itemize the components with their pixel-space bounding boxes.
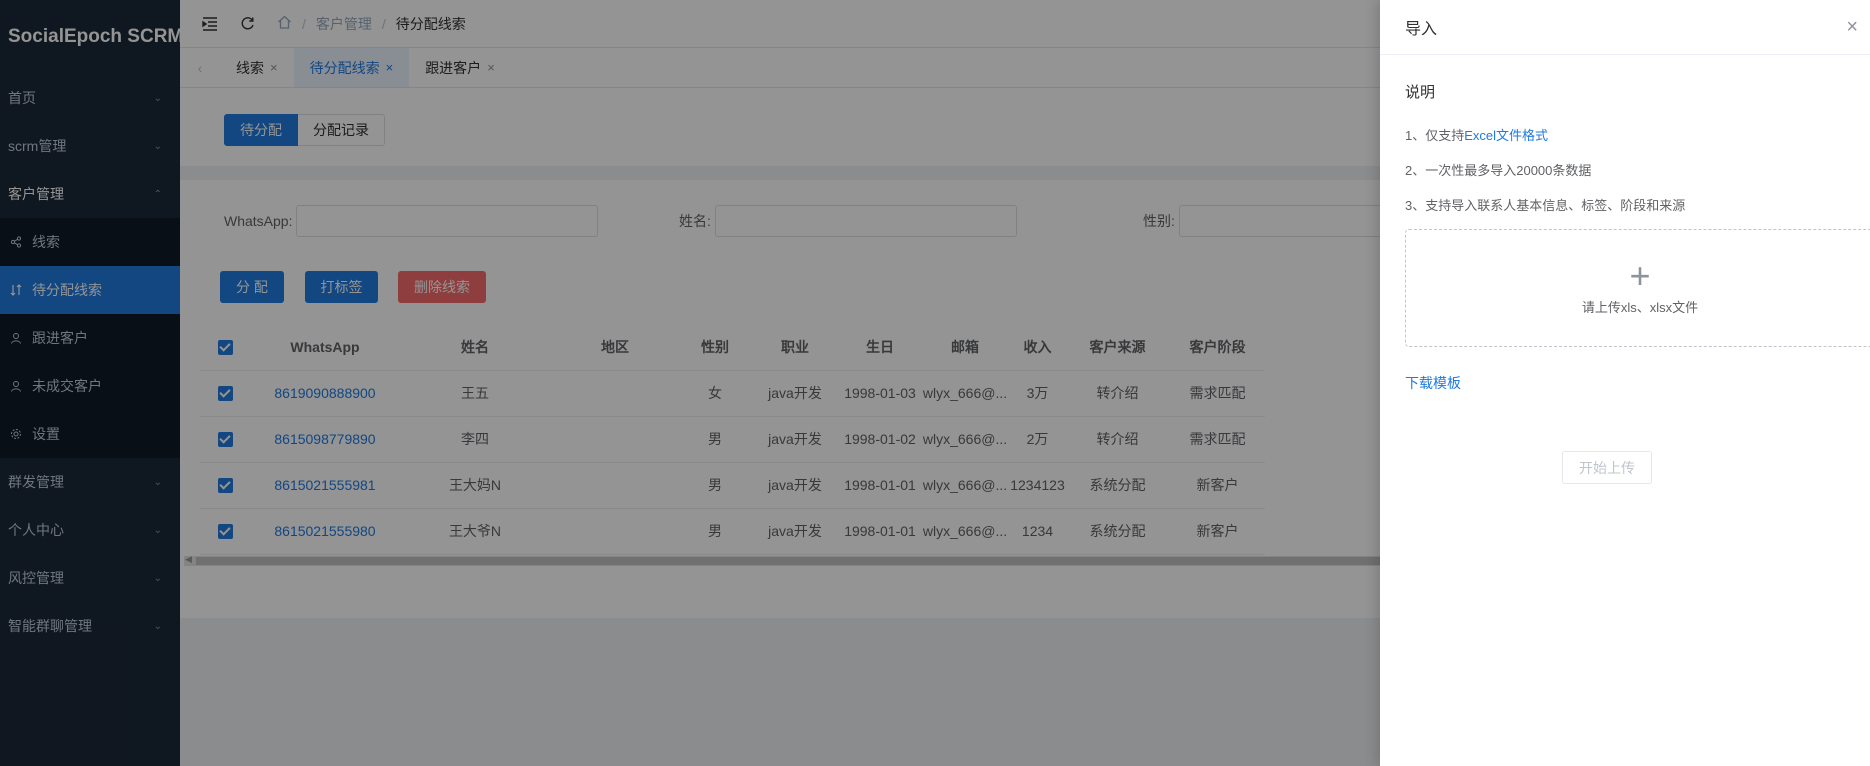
rule-2: 2、一次性最多导入20000条数据 xyxy=(1405,163,1592,178)
plus-icon: + xyxy=(1629,254,1651,296)
drawer-body: 说明 1、仅支持Excel文件格式 2、一次性最多导入20000条数据 3、支持… xyxy=(1380,55,1870,484)
import-drawer: 导入 × 说明 1、仅支持Excel文件格式 2、一次性最多导入20000条数据… xyxy=(1380,0,1870,766)
drawer-header: 导入 × xyxy=(1380,0,1870,55)
rule-1: 1、仅支持Excel文件格式 xyxy=(1405,118,1870,153)
rule-3: 3、支持导入联系人基本信息、标签、阶段和来源 xyxy=(1405,198,1686,213)
drawer-overlay[interactable] xyxy=(0,0,1380,766)
close-icon[interactable]: × xyxy=(1846,16,1858,39)
excel-format-link[interactable]: Excel文件格式 xyxy=(1464,128,1548,143)
instructions-title: 说明 xyxy=(1405,84,1436,101)
rule-1-text: 1、仅支持 xyxy=(1405,128,1465,143)
start-upload-button[interactable]: 开始上传 xyxy=(1562,451,1652,484)
drawer-title: 导入 xyxy=(1405,21,1438,38)
upload-hint: 请上传xls、xlsx文件 xyxy=(1581,299,1699,315)
upload-dropzone[interactable]: + 请上传xls、xlsx文件 xyxy=(1405,229,1870,347)
download-template-link[interactable]: 下载模板 xyxy=(1405,373,1870,393)
